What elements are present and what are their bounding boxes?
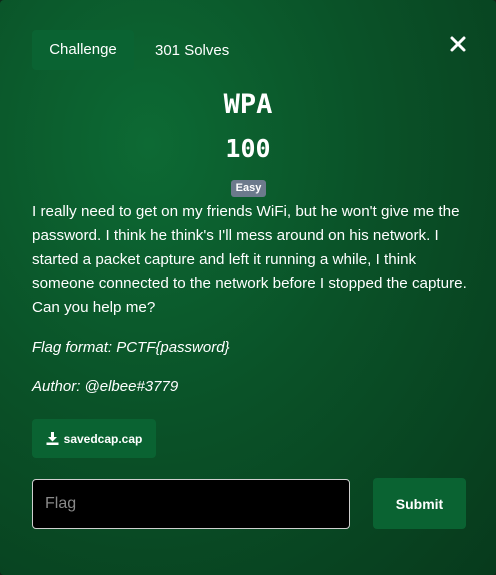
flag-format-text: Flag format: PCTF{password} bbox=[32, 339, 230, 356]
tab-challenge[interactable]: Challenge bbox=[32, 30, 134, 70]
challenge-description: I really need to get on my friends WiFi,… bbox=[32, 203, 467, 316]
download-file-button[interactable]: savedcap.cap bbox=[32, 419, 156, 458]
challenge-modal: Challenge 301 Solves WPA 100 Easy I real… bbox=[0, 0, 496, 575]
tab-solves[interactable]: 301 Solves bbox=[155, 30, 229, 70]
close-button[interactable] bbox=[447, 33, 469, 55]
submit-button[interactable]: Submit bbox=[373, 478, 466, 529]
download-icon bbox=[46, 432, 59, 445]
file-name: savedcap.cap bbox=[63, 431, 143, 446]
challenge-value: 100 bbox=[225, 134, 271, 163]
tab-solves-label: 301 Solves bbox=[155, 42, 230, 59]
author-text: Author: @elbee#3779 bbox=[32, 378, 179, 395]
close-icon bbox=[450, 36, 466, 52]
tab-challenge-label: Challenge bbox=[49, 41, 117, 58]
flag-input[interactable] bbox=[32, 479, 350, 529]
difficulty-badge: Easy bbox=[231, 180, 266, 197]
challenge-name: WPA bbox=[223, 89, 273, 120]
